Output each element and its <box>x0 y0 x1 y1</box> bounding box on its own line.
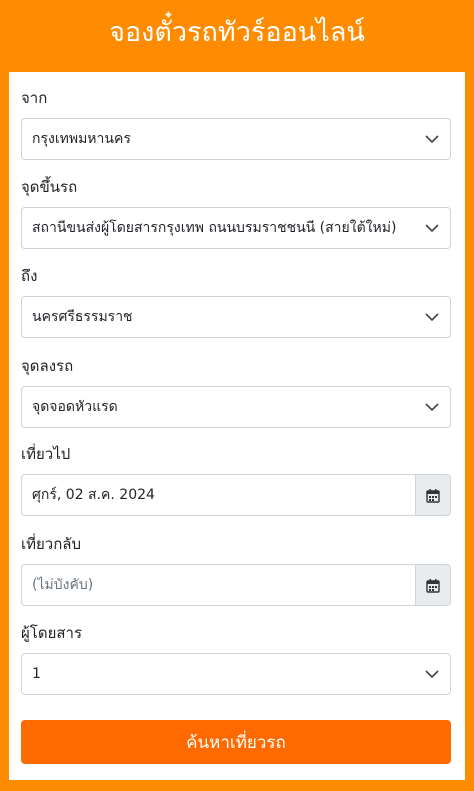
pickup-label: จุดขึ้นรถ <box>21 178 78 196</box>
passengers-select[interactable]: 1 <box>21 653 451 695</box>
destination-label: ถึง <box>21 267 38 285</box>
origin-select[interactable]: กรุงเทพมหานคร <box>21 118 451 160</box>
dropoff-select[interactable]: จุดจอดหัวแรด <box>21 386 451 428</box>
booking-form: จาก กรุงเทพมหานคร จุดขึ้นรถ สถานีขนส่งผู… <box>9 72 465 780</box>
calendar-icon[interactable] <box>415 565 450 605</box>
pickup-field: จุดขึ้นรถ สถานีขนส่งผู้โดยสารกรุงเทพ ถนน… <box>21 177 451 249</box>
return-field: เที่ยวกลับ (ไม่บังคับ) <box>21 534 451 606</box>
return-date-input[interactable]: (ไม่บังคับ) <box>21 564 451 606</box>
passengers-field: ผู้โดยสาร 1 <box>21 623 451 695</box>
pickup-select[interactable]: สถานีขนส่งผู้โดยสารกรุงเทพ ถนนบรมราชชนนี… <box>21 207 451 249</box>
departure-field: เที่ยวไป ศุกร์, 02 ส.ค. 2024 <box>21 444 451 516</box>
dropoff-field: จุดลงรถ จุดจอดหัวแรด <box>21 356 451 428</box>
departure-date-input[interactable]: ศุกร์, 02 ส.ค. 2024 <box>21 474 451 516</box>
destination-select[interactable]: นครศรีธรรมราช <box>21 296 451 338</box>
chevron-down-icon <box>414 208 450 248</box>
chevron-down-icon <box>414 297 450 337</box>
departure-label: เที่ยวไป <box>21 445 71 463</box>
search-trips-button[interactable]: ค้นหาเที่ยวรถ <box>21 720 451 764</box>
origin-field: จาก กรุงเทพมหานคร <box>21 88 451 160</box>
calendar-icon[interactable] <box>415 475 450 515</box>
departure-value: ศุกร์, 02 ส.ค. 2024 <box>32 487 155 503</box>
return-label: เที่ยวกลับ <box>21 535 82 553</box>
passengers-value: 1 <box>32 666 41 682</box>
pickup-value: สถานีขนส่งผู้โดยสารกรุงเทพ ถนนบรมราชชนนี… <box>32 220 397 236</box>
return-placeholder: (ไม่บังคับ) <box>32 577 94 593</box>
destination-value: นครศรีธรรมราช <box>32 309 133 325</box>
chevron-down-icon <box>414 119 450 159</box>
origin-value: กรุงเทพมหานคร <box>32 131 131 147</box>
passengers-label: ผู้โดยสาร <box>21 624 83 642</box>
chevron-down-icon <box>414 387 450 427</box>
page-title: จองตั๋วรถทัวร์ออนไลน์ <box>109 16 365 48</box>
search-trips-label: ค้นหาเที่ยวรถ <box>186 732 286 753</box>
destination-field: ถึง นครศรีธรรมราช <box>21 266 451 338</box>
origin-label: จาก <box>21 89 48 107</box>
page-header: จองตั๋วรถทัวร์ออนไลน์ <box>0 0 474 62</box>
dropoff-label: จุดลงรถ <box>21 357 74 375</box>
chevron-down-icon <box>414 654 450 694</box>
dropoff-value: จุดจอดหัวแรด <box>32 399 118 415</box>
